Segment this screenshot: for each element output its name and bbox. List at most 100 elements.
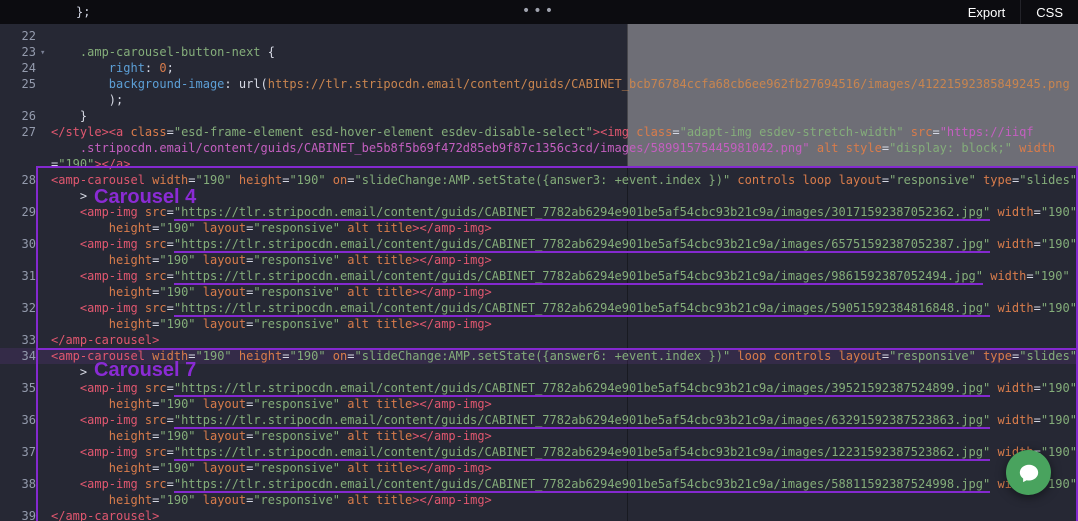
code-token: layout xyxy=(195,285,247,299)
code-editor[interactable]: 22 23 ▾ .amp-carousel-button-next {24 righ… xyxy=(0,0,1078,521)
code-token: src xyxy=(137,269,167,283)
code-text: background-image: url(https://tlr.stripo… xyxy=(51,77,1070,91)
code-text: <amp-img src="https://tlr.stripocdn.emai… xyxy=(51,269,1070,285)
code-line-33: 33 </amp-carousel> xyxy=(0,332,1078,348)
code-token: class xyxy=(123,125,167,139)
code-token: width xyxy=(990,301,1034,315)
code-token: height xyxy=(108,493,153,507)
css-button[interactable]: CSS xyxy=(1020,0,1078,24)
image-url-token: "https://tlr.stripocdn.email/content/gui… xyxy=(173,205,991,221)
code-token: = xyxy=(188,349,196,363)
code-token: ></amp-img> xyxy=(412,397,492,411)
code-token: title xyxy=(368,493,413,507)
code-token: "190" xyxy=(159,285,196,299)
code-token: layout xyxy=(195,221,247,235)
code-token: url( xyxy=(238,77,268,91)
line-number: 26 xyxy=(21,109,36,123)
export-button[interactable]: Export xyxy=(953,0,1021,24)
code-text: .stripocdn.email/content/guids/CABINET_b… xyxy=(51,141,1055,155)
code-token: layout xyxy=(195,429,247,443)
code-token: right xyxy=(108,61,145,75)
code-text: right: 0; xyxy=(51,61,174,75)
code-text: <amp-carousel width="190" height="190" o… xyxy=(51,173,1077,187)
code-token: layout xyxy=(195,317,247,331)
code-text: height="190" layout="responsive" alt tit… xyxy=(51,221,492,235)
code-token: <amp-img xyxy=(79,269,138,283)
code-token: "responsive" xyxy=(253,253,341,267)
code-token: "190" xyxy=(159,253,196,267)
code-line-31: 31 <amp-img src="https://tlr.stripocdn.e… xyxy=(0,268,1078,285)
code-token: ></amp-img> xyxy=(412,429,492,443)
image-url-token: "https://tlr.stripocdn.email/content/gui… xyxy=(173,269,983,285)
code-token: <a xyxy=(108,125,124,139)
image-url-token: "https://tlr.stripocdn.email/content/gui… xyxy=(173,477,991,493)
code-token: layout xyxy=(195,493,247,507)
code-token: height xyxy=(108,397,153,411)
chat-widget-button[interactable] xyxy=(1006,450,1051,495)
code-token: <amp-img xyxy=(79,381,138,395)
code-token: "190" xyxy=(159,493,196,507)
code-token: "adapt-img esdev-stretch-width" xyxy=(679,125,904,139)
code-token: : xyxy=(144,61,160,75)
code-token: layout xyxy=(195,253,247,267)
code-line-25: 25 background-image: url(https://tlr.str… xyxy=(0,76,1078,92)
code-token: = xyxy=(347,349,355,363)
code-token: = xyxy=(1033,381,1041,395)
code-token: "responsive" xyxy=(253,221,341,235)
code-token: <amp-img xyxy=(79,413,138,427)
image-url-token: "https://tlr.stripocdn.email/content/gui… xyxy=(173,301,991,317)
code-token: "190" xyxy=(1033,269,1070,283)
code-token: </amp-carousel> xyxy=(51,509,160,521)
code-token: = xyxy=(932,125,940,139)
code-token: = xyxy=(881,141,890,155)
line-number: 27 xyxy=(21,125,36,139)
code-token: = xyxy=(166,269,174,283)
code-text: <amp-img src="https://tlr.stripocdn.emai… xyxy=(51,445,1077,461)
code-token: = xyxy=(166,125,174,139)
code-text: <amp-img src="https://tlr.stripocdn.emai… xyxy=(51,413,1077,429)
code-line-24: 24 right: 0; xyxy=(0,60,1078,76)
code-text: </style><a class="esd-frame-element esd-… xyxy=(51,125,1034,139)
code-line-38: 38 <amp-img src="https://tlr.stripocdn.e… xyxy=(0,476,1078,493)
code-token: = xyxy=(1033,205,1041,219)
line-number: 25 xyxy=(21,77,36,91)
code-token: <amp-img xyxy=(79,205,138,219)
code-line-34: 34 <amp-carousel width="190" height="190"… xyxy=(0,348,1078,364)
code-token: "slideChange:AMP.setState({answer6: +eve… xyxy=(354,349,731,363)
code-token: "190" xyxy=(159,221,196,235)
line-number: 36 xyxy=(21,413,36,427)
topbar: }; ••• Export CSS xyxy=(0,0,1078,24)
code-token: ></amp-img> xyxy=(412,461,492,475)
code-token: style xyxy=(838,141,882,155)
code-token: alt xyxy=(340,253,369,267)
code-token: height xyxy=(231,173,283,187)
code-text: height="190" layout="responsive" alt tit… xyxy=(51,461,492,475)
code-token: "190" xyxy=(1040,413,1077,427)
line-number: 39 xyxy=(21,509,36,521)
code-token: width xyxy=(144,173,189,187)
fold-caret-icon[interactable]: ▾ xyxy=(40,45,45,61)
image-url-token: "https://tlr.stripocdn.email/content/gui… xyxy=(173,237,991,253)
code-token: = xyxy=(166,301,174,315)
drag-handle-dots[interactable]: ••• xyxy=(522,0,556,24)
code-line-23: 23 ▾ .amp-carousel-button-next { xyxy=(0,44,1078,60)
code-token: "190" xyxy=(289,349,326,363)
code-text: <amp-img src="https://tlr.stripocdn.emai… xyxy=(51,381,1077,397)
code-token: <amp-img xyxy=(79,301,138,315)
code-token: alt xyxy=(340,285,369,299)
code-token: "190" xyxy=(159,397,196,411)
code-token: = xyxy=(1033,301,1041,315)
code-token: "190" xyxy=(1040,445,1077,459)
code-token: "190" xyxy=(58,157,95,171)
code-token: title xyxy=(368,221,413,235)
line-number: 24 xyxy=(21,61,36,75)
code-token: width xyxy=(990,413,1034,427)
code-token: } xyxy=(51,109,88,123)
code-token: "slides" xyxy=(1019,173,1078,187)
code-token: "190" xyxy=(159,429,196,443)
code-token: "190" xyxy=(1040,205,1077,219)
code-token: = xyxy=(1026,269,1034,283)
